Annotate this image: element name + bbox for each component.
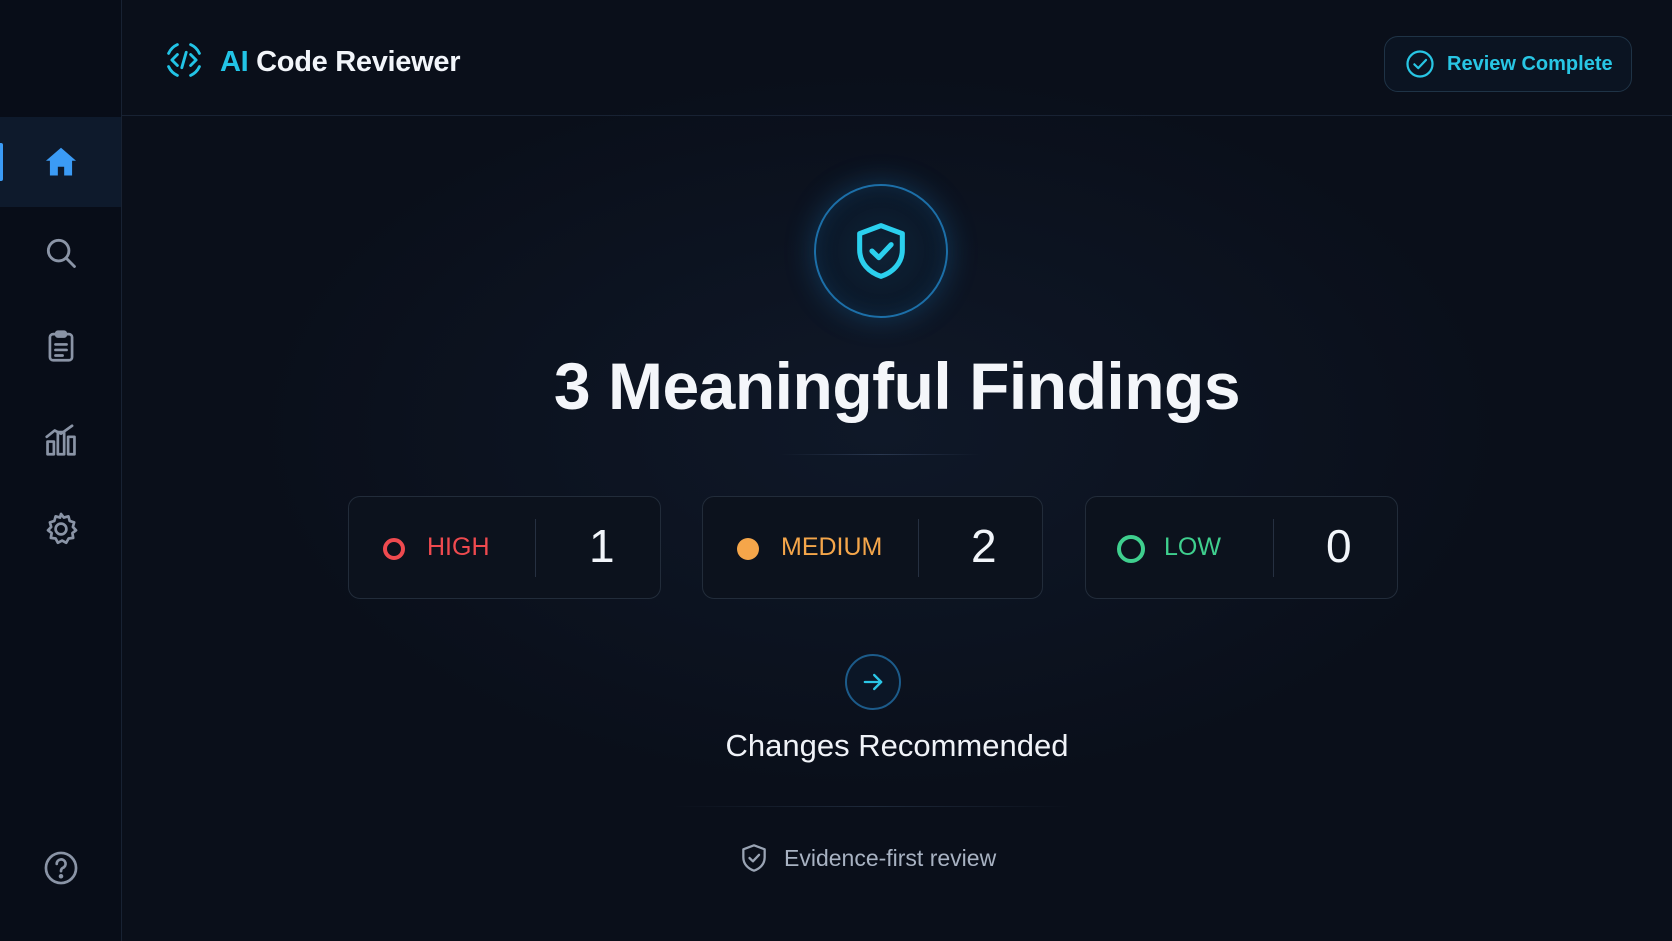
gear-icon (46, 512, 77, 545)
sidebar-item-search[interactable] (0, 208, 121, 298)
footer-note-text: Evidence-first review (784, 844, 997, 871)
divider (780, 454, 980, 455)
help-icon (44, 851, 77, 885)
review-status-label: Review Complete (1447, 52, 1613, 75)
brand: AI Code Reviewer (162, 38, 460, 87)
shield-check-small-icon (742, 844, 766, 872)
app-title: AI Code Reviewer (220, 46, 460, 79)
top-header: AI Code Reviewer Review Complete (122, 0, 1672, 116)
medium-severity-dot-icon (737, 538, 759, 560)
severity-card-low[interactable]: LOW 0 (1085, 496, 1398, 599)
sidebar (0, 0, 122, 941)
app-title-rest: Code Reviewer (248, 46, 461, 78)
code-logo-icon (162, 38, 206, 87)
severity-count: 2 (971, 520, 997, 572)
check-circle-icon (1406, 50, 1434, 78)
review-complete-button[interactable]: Review Complete (1384, 36, 1632, 92)
severity-label: MEDIUM (781, 533, 883, 561)
severity-label: LOW (1164, 533, 1221, 561)
app-root: AI Code Reviewer Review Complete 3 Meani… (0, 0, 1672, 941)
home-icon (45, 147, 76, 176)
severity-label: HIGH (427, 533, 490, 561)
severity-count: 1 (589, 520, 615, 572)
high-severity-ring-icon (383, 538, 405, 560)
sidebar-item-help[interactable] (0, 823, 121, 913)
arrow-right-icon (863, 673, 883, 691)
view-changes-button[interactable] (845, 654, 901, 710)
severity-count: 0 (1326, 520, 1352, 572)
card-separator (535, 519, 536, 577)
recommendation-text: Changes Recommended (725, 728, 1069, 763)
card-separator (918, 519, 919, 577)
severity-card-high[interactable]: HIGH 1 (348, 496, 661, 599)
findings-headline: 3 Meaningful Findings (553, 349, 1241, 423)
shield-check-icon (857, 223, 905, 279)
bar-chart-icon (44, 424, 76, 456)
sidebar-item-settings[interactable] (0, 484, 121, 574)
severity-card-medium[interactable]: MEDIUM 2 (702, 496, 1043, 599)
footer-note: Evidence-first review (738, 842, 996, 874)
shield-badge (814, 184, 948, 318)
divider (672, 806, 1072, 807)
app-title-accent: AI (220, 46, 249, 78)
search-icon (46, 238, 76, 268)
card-separator (1273, 519, 1274, 577)
sidebar-item-home[interactable] (0, 117, 121, 207)
low-severity-ring-icon (1117, 535, 1145, 563)
